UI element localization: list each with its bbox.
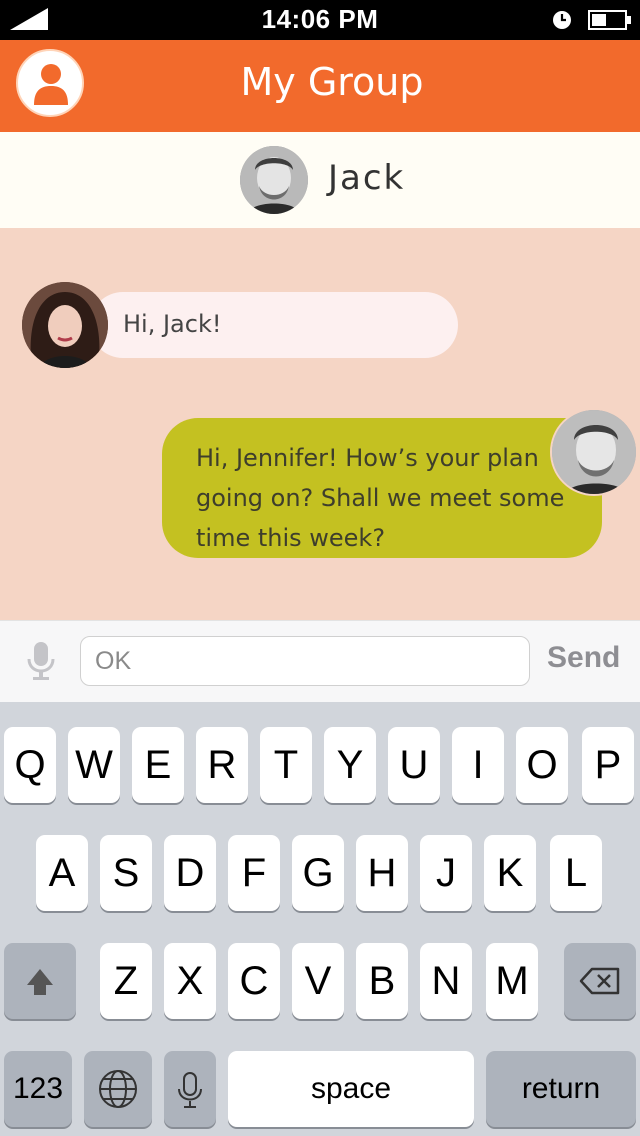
message-input-bar: OK Send [0,620,640,702]
key-h[interactable]: H [356,835,408,911]
jennifer-avatar[interactable] [22,282,108,368]
return-key[interactable]: return [486,1051,636,1127]
shift-key[interactable] [4,943,76,1019]
page-title: My Group [240,60,424,104]
key-o[interactable]: O [516,727,568,803]
key-l[interactable]: L [550,835,602,911]
incoming-message: Hi, Jack! [90,292,458,358]
key-c[interactable]: C [228,943,280,1019]
key-e[interactable]: E [132,727,184,803]
key-u[interactable]: U [388,727,440,803]
chat-area[interactable]: Hi, Jack! Hi, Jennifer! How’s your plan … [0,228,640,620]
key-d[interactable]: D [164,835,216,911]
outgoing-message: Hi, Jennifer! How’s your plan going on? … [162,418,602,558]
key-b[interactable]: B [356,943,408,1019]
message-input[interactable]: OK [80,636,530,686]
message-text: Hi, Jennifer! How’s your plan going on? … [196,444,565,552]
battery-icon [588,10,631,30]
key-i[interactable]: I [452,727,504,803]
key-p[interactable]: P [582,727,634,803]
key-x[interactable]: X [164,943,216,1019]
jack-photo [552,410,636,494]
dictation-icon [178,1072,202,1108]
delete-key[interactable] [564,943,636,1019]
keyboard: Q W E R T Y U I O P A S D F G H J K L Z … [0,702,640,1136]
numbers-key[interactable]: 123 [4,1051,72,1127]
key-n[interactable]: N [420,943,472,1019]
key-j[interactable]: J [420,835,472,911]
key-w[interactable]: W [68,727,120,803]
key-z[interactable]: Z [100,943,152,1019]
status-time: 14:06 PM [261,4,379,34]
send-button[interactable]: Send [547,641,620,675]
microphone-icon[interactable] [24,641,58,681]
key-q[interactable]: Q [4,727,56,803]
clock-icon [553,11,571,29]
key-a[interactable]: A [36,835,88,911]
contact-name: Jack [328,158,406,198]
globe-key[interactable] [84,1051,152,1127]
jack-photo [240,146,308,214]
delete-icon [579,967,620,995]
shift-icon [27,969,53,995]
key-m[interactable]: M [486,943,538,1019]
key-y[interactable]: Y [324,727,376,803]
space-key[interactable]: space [228,1051,474,1127]
key-r[interactable]: R [196,727,248,803]
dictation-key[interactable] [164,1051,216,1127]
key-g[interactable]: G [292,835,344,911]
jack-avatar[interactable] [550,408,638,496]
key-v[interactable]: V [292,943,344,1019]
key-k[interactable]: K [484,835,536,911]
jennifer-photo [22,282,108,368]
key-f[interactable]: F [228,835,280,911]
app-header: My Group [0,40,640,132]
chat-contact-header: Jack [0,132,640,228]
globe-icon [99,1070,137,1108]
key-s[interactable]: S [100,835,152,911]
status-bar: 14:06 PM [0,0,640,40]
key-t[interactable]: T [260,727,312,803]
contact-avatar[interactable] [240,146,308,214]
message-text: Hi, Jack! [123,310,222,338]
